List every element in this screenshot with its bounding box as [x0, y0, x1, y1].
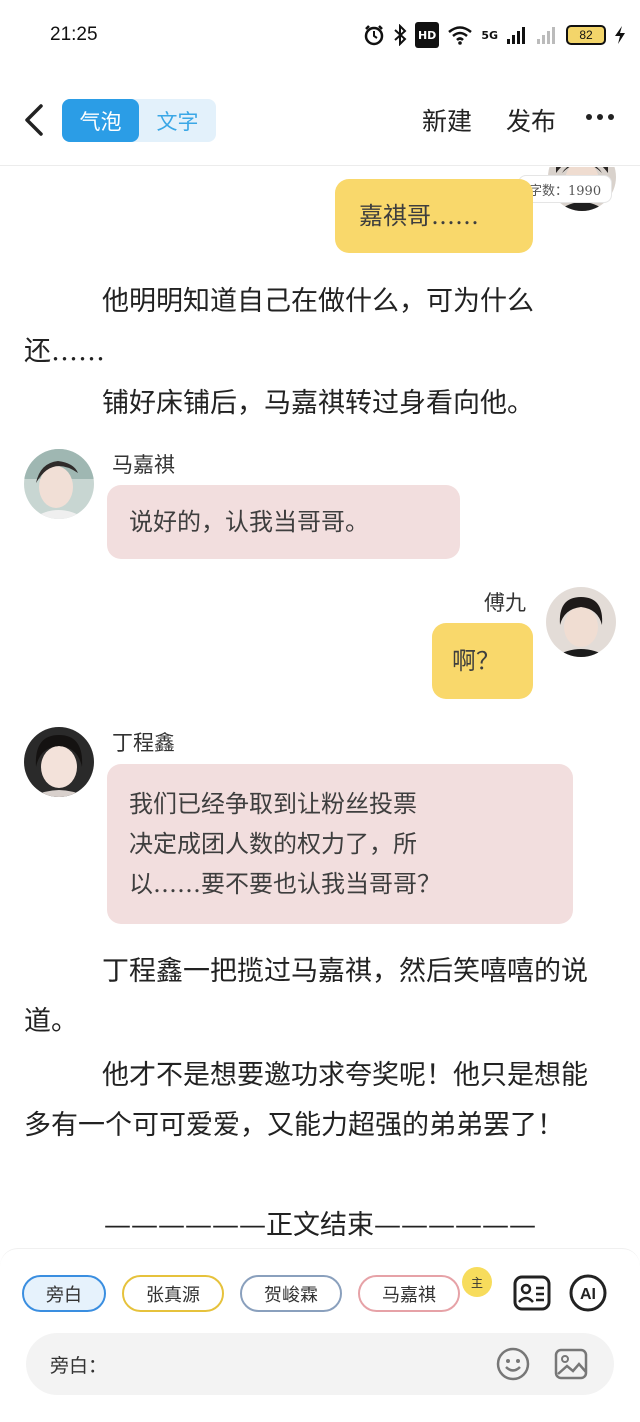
chat-bubble-text: 决定成团人数的权力了，所: [129, 830, 417, 858]
status-icons: HD 5G 82: [363, 22, 626, 48]
more-icon[interactable]: [586, 114, 614, 120]
wifi-icon: [447, 22, 473, 48]
status-bar: 21:25 HD 5G 82: [0, 0, 640, 72]
chat-bubble[interactable]: 我们已经争取到让粉丝投票 决定成团人数的权力了，所 以……要不要也认我当哥哥？: [107, 764, 573, 924]
alarm-icon: [363, 22, 385, 48]
character-card-icon[interactable]: [512, 1273, 552, 1313]
narration-text[interactable]: 丁程鑫一把揽过马嘉祺，然后笑嘻嘻的说道。: [24, 947, 604, 1047]
top-nav: 气泡 文字 新建 发布: [0, 72, 640, 166]
chat-area[interactable]: 字数：1990 嘉祺哥…… 他明明知道自己在做什么，可为什么还…… 铺好床铺后，…: [0, 167, 640, 1247]
chat-bubble-text: 以……要不要也认我当哥哥？: [129, 870, 441, 898]
message-input[interactable]: [122, 1345, 482, 1383]
network-type: 5G: [481, 28, 498, 42]
chat-bubble-text: 我们已经争取到让粉丝投票: [129, 790, 417, 818]
speaker-name: 傅九: [484, 591, 526, 615]
chevron-left-icon: [25, 104, 43, 136]
avatar[interactable]: [24, 449, 94, 519]
ai-label: AI: [580, 1286, 596, 1303]
role-chip-narrator[interactable]: 旁白: [22, 1275, 106, 1312]
mode-toggle: 气泡 文字: [62, 99, 216, 142]
ai-button[interactable]: AI: [568, 1273, 608, 1313]
role-chips: 旁白 张真源 贺峻霖 马嘉祺: [22, 1275, 460, 1312]
role-chip[interactable]: 张真源: [122, 1275, 224, 1312]
main-role-badge[interactable]: 主: [462, 1267, 492, 1297]
chat-bubble-text: 嘉祺哥……: [359, 202, 479, 230]
mode-bubble-tab[interactable]: 气泡: [62, 99, 139, 142]
chat-bubble-text: 啊？: [452, 647, 500, 675]
battery-icon: 82: [566, 25, 606, 45]
bluetooth-icon: [393, 22, 407, 48]
chat-bubble-text: 说好的，认我当哥哥。: [129, 508, 369, 536]
publish-button[interactable]: 发布: [506, 102, 556, 138]
narration-text[interactable]: 铺好床铺后，马嘉祺转过身看向他。: [24, 379, 604, 429]
role-chip[interactable]: 马嘉祺: [358, 1275, 460, 1312]
image-icon[interactable]: [552, 1345, 590, 1383]
speaker-name: 马嘉祺: [112, 453, 175, 477]
narration-text[interactable]: 他才不是想要邀功求夸奖呢！他只是想能多有一个可可爱爱，又能力超强的弟弟罢了！: [24, 1051, 604, 1151]
narration-text[interactable]: 他明明知道自己在做什么，可为什么还……: [24, 277, 604, 377]
chat-bubble[interactable]: 啊？: [432, 623, 533, 699]
end-marker: ——————正文结束——————: [104, 1210, 536, 1241]
hd-icon: HD: [414, 22, 440, 48]
signal-icon: [506, 22, 528, 48]
emoji-icon[interactable]: [494, 1345, 532, 1383]
chat-bubble[interactable]: 嘉祺哥……: [335, 179, 533, 253]
signal-icon-secondary: [536, 22, 558, 48]
status-time: 21:25: [50, 24, 98, 45]
back-button[interactable]: [16, 98, 52, 142]
speaker-name: 丁程鑫: [112, 731, 175, 755]
mode-text-tab[interactable]: 文字: [139, 99, 216, 142]
message-input-box[interactable]: 旁白：: [26, 1333, 614, 1395]
role-chip[interactable]: 贺峻霖: [240, 1275, 342, 1312]
avatar[interactable]: [546, 587, 616, 657]
input-role-prefix: 旁白：: [50, 1355, 108, 1377]
composer-panel: 旁白 张真源 贺峻霖 马嘉祺 主 AI 旁白：: [0, 1248, 640, 1422]
avatar[interactable]: [24, 727, 94, 797]
chat-bubble[interactable]: 说好的，认我当哥哥。: [107, 485, 460, 559]
charging-icon: [614, 22, 626, 48]
new-button[interactable]: 新建: [422, 102, 472, 138]
